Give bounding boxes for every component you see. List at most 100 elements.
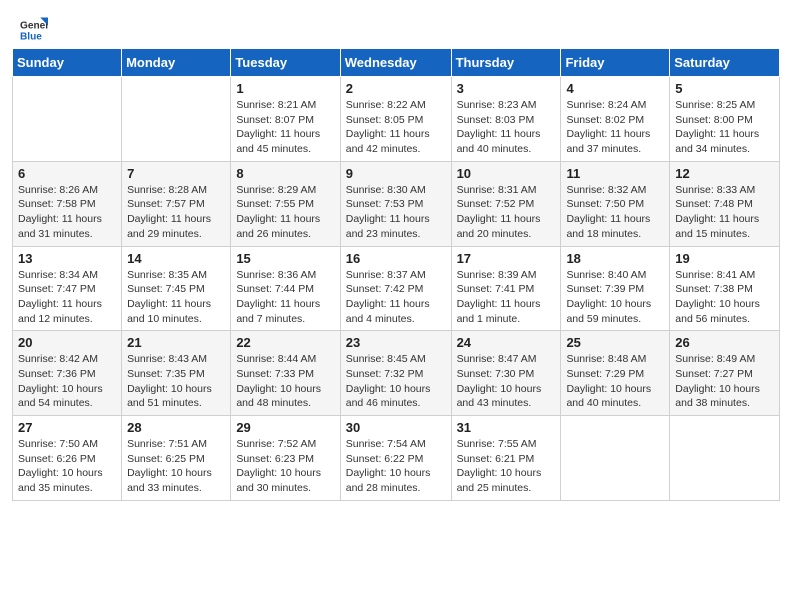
- calendar-cell: 25 Sunrise: 8:48 AM Sunset: 7:29 PM Dayli…: [561, 331, 670, 416]
- day-info: Sunrise: 8:36 AM Sunset: 7:44 PM Dayligh…: [236, 268, 334, 327]
- day-info: Sunrise: 8:29 AM Sunset: 7:55 PM Dayligh…: [236, 183, 334, 242]
- day-info: Sunrise: 7:52 AM Sunset: 6:23 PM Dayligh…: [236, 437, 334, 496]
- day-number: 13: [18, 251, 116, 266]
- day-number: 17: [457, 251, 556, 266]
- day-number: 10: [457, 166, 556, 181]
- calendar-cell: 23 Sunrise: 8:45 AM Sunset: 7:32 PM Dayli…: [340, 331, 451, 416]
- calendar-cell: 18 Sunrise: 8:40 AM Sunset: 7:39 PM Dayli…: [561, 246, 670, 331]
- day-number: 27: [18, 420, 116, 435]
- calendar-cell: [561, 416, 670, 501]
- calendar-cell: [122, 77, 231, 162]
- day-number: 28: [127, 420, 225, 435]
- day-info: Sunrise: 8:28 AM Sunset: 7:57 PM Dayligh…: [127, 183, 225, 242]
- day-number: 25: [566, 335, 664, 350]
- day-info: Sunrise: 8:23 AM Sunset: 8:03 PM Dayligh…: [457, 98, 556, 157]
- day-number: 30: [346, 420, 446, 435]
- day-info: Sunrise: 8:31 AM Sunset: 7:52 PM Dayligh…: [457, 183, 556, 242]
- calendar-cell: 17 Sunrise: 8:39 AM Sunset: 7:41 PM Dayli…: [451, 246, 561, 331]
- calendar-cell: 7 Sunrise: 8:28 AM Sunset: 7:57 PM Daylig…: [122, 161, 231, 246]
- calendar-table: SundayMondayTuesdayWednesdayThursdayFrid…: [12, 48, 780, 501]
- calendar-cell: 29 Sunrise: 7:52 AM Sunset: 6:23 PM Dayli…: [231, 416, 340, 501]
- day-number: 22: [236, 335, 334, 350]
- weekday-header-wednesday: Wednesday: [340, 49, 451, 77]
- calendar-cell: 8 Sunrise: 8:29 AM Sunset: 7:55 PM Daylig…: [231, 161, 340, 246]
- day-info: Sunrise: 8:48 AM Sunset: 7:29 PM Dayligh…: [566, 352, 664, 411]
- day-info: Sunrise: 8:34 AM Sunset: 7:47 PM Dayligh…: [18, 268, 116, 327]
- calendar-wrapper: SundayMondayTuesdayWednesdayThursdayFrid…: [0, 48, 792, 513]
- header: General Blue: [0, 0, 792, 48]
- day-number: 23: [346, 335, 446, 350]
- calendar-cell: 5 Sunrise: 8:25 AM Sunset: 8:00 PM Daylig…: [670, 77, 780, 162]
- calendar-cell: 26Sunrise: 8:49 AM Sunset: 7:27 PM Dayli…: [670, 331, 780, 416]
- calendar-cell: 4Sunrise: 8:24 AM Sunset: 8:02 PM Daylig…: [561, 77, 670, 162]
- day-info: Sunrise: 8:42 AM Sunset: 7:36 PM Dayligh…: [18, 352, 116, 411]
- calendar-cell: 3 Sunrise: 8:23 AM Sunset: 8:03 PM Daylig…: [451, 77, 561, 162]
- day-number: 16: [346, 251, 446, 266]
- day-number: 7: [127, 166, 225, 181]
- day-number: 19: [675, 251, 774, 266]
- day-info: Sunrise: 8:45 AM Sunset: 7:32 PM Dayligh…: [346, 352, 446, 411]
- day-info: Sunrise: 8:44 AM Sunset: 7:33 PM Dayligh…: [236, 352, 334, 411]
- day-info: Sunrise: 8:24 AM Sunset: 8:02 PM Dayligh…: [566, 98, 664, 157]
- calendar-cell: 2Sunrise: 8:22 AM Sunset: 8:05 PM Daylig…: [340, 77, 451, 162]
- day-info: Sunrise: 8:49 AM Sunset: 7:27 PM Dayligh…: [675, 352, 774, 411]
- day-number: 11: [566, 166, 664, 181]
- day-info: Sunrise: 8:21 AM Sunset: 8:07 PM Dayligh…: [236, 98, 334, 157]
- day-number: 3: [457, 81, 556, 96]
- calendar-cell: 9 Sunrise: 8:30 AM Sunset: 7:53 PM Daylig…: [340, 161, 451, 246]
- day-info: Sunrise: 8:47 AM Sunset: 7:30 PM Dayligh…: [457, 352, 556, 411]
- day-number: 9: [346, 166, 446, 181]
- day-number: 21: [127, 335, 225, 350]
- day-number: 24: [457, 335, 556, 350]
- calendar-cell: 22 Sunrise: 8:44 AM Sunset: 7:33 PM Dayli…: [231, 331, 340, 416]
- weekday-header-tuesday: Tuesday: [231, 49, 340, 77]
- calendar-cell: 11 Sunrise: 8:32 AM Sunset: 7:50 PM Dayli…: [561, 161, 670, 246]
- calendar-cell: 1 Sunrise: 8:21 AM Sunset: 8:07 PM Daylig…: [231, 77, 340, 162]
- svg-text:Blue: Blue: [20, 31, 42, 42]
- day-info: Sunrise: 8:30 AM Sunset: 7:53 PM Dayligh…: [346, 183, 446, 242]
- day-info: Sunrise: 7:51 AM Sunset: 6:25 PM Dayligh…: [127, 437, 225, 496]
- calendar-cell: 24 Sunrise: 8:47 AM Sunset: 7:30 PM Dayli…: [451, 331, 561, 416]
- day-info: Sunrise: 8:37 AM Sunset: 7:42 PM Dayligh…: [346, 268, 446, 327]
- day-info: Sunrise: 8:43 AM Sunset: 7:35 PM Dayligh…: [127, 352, 225, 411]
- day-number: 31: [457, 420, 556, 435]
- weekday-header-sunday: Sunday: [13, 49, 122, 77]
- calendar-cell: 16 Sunrise: 8:37 AM Sunset: 7:42 PM Dayli…: [340, 246, 451, 331]
- calendar-cell: 27Sunrise: 7:50 AM Sunset: 6:26 PM Dayli…: [13, 416, 122, 501]
- day-info: Sunrise: 8:41 AM Sunset: 7:38 PM Dayligh…: [675, 268, 774, 327]
- day-info: Sunrise: 8:33 AM Sunset: 7:48 PM Dayligh…: [675, 183, 774, 242]
- day-number: 8: [236, 166, 334, 181]
- day-number: 18: [566, 251, 664, 266]
- day-info: Sunrise: 8:25 AM Sunset: 8:00 PM Dayligh…: [675, 98, 774, 157]
- weekday-header-saturday: Saturday: [670, 49, 780, 77]
- day-number: 12: [675, 166, 774, 181]
- calendar-cell: 13 Sunrise: 8:34 AM Sunset: 7:47 PM Dayli…: [13, 246, 122, 331]
- calendar-cell: 14Sunrise: 8:35 AM Sunset: 7:45 PM Dayli…: [122, 246, 231, 331]
- calendar-cell: 12 Sunrise: 8:33 AM Sunset: 7:48 PM Dayli…: [670, 161, 780, 246]
- weekday-header-friday: Friday: [561, 49, 670, 77]
- day-number: 5: [675, 81, 774, 96]
- day-info: Sunrise: 7:55 AM Sunset: 6:21 PM Dayligh…: [457, 437, 556, 496]
- calendar-cell: 21 Sunrise: 8:43 AM Sunset: 7:35 PM Dayli…: [122, 331, 231, 416]
- weekday-header-thursday: Thursday: [451, 49, 561, 77]
- logo-icon: General Blue: [20, 16, 48, 44]
- calendar-cell: [13, 77, 122, 162]
- day-info: Sunrise: 8:40 AM Sunset: 7:39 PM Dayligh…: [566, 268, 664, 327]
- calendar-cell: 6Sunrise: 8:26 AM Sunset: 7:58 PM Daylig…: [13, 161, 122, 246]
- calendar-cell: 10 Sunrise: 8:31 AM Sunset: 7:52 PM Dayli…: [451, 161, 561, 246]
- day-info: Sunrise: 8:39 AM Sunset: 7:41 PM Dayligh…: [457, 268, 556, 327]
- day-number: 1: [236, 81, 334, 96]
- calendar-cell: 28 Sunrise: 7:51 AM Sunset: 6:25 PM Dayli…: [122, 416, 231, 501]
- weekday-header-monday: Monday: [122, 49, 231, 77]
- day-number: 29: [236, 420, 334, 435]
- calendar-cell: [670, 416, 780, 501]
- day-info: Sunrise: 8:32 AM Sunset: 7:50 PM Dayligh…: [566, 183, 664, 242]
- day-number: 15: [236, 251, 334, 266]
- calendar-cell: 30Sunrise: 7:54 AM Sunset: 6:22 PM Dayli…: [340, 416, 451, 501]
- day-info: Sunrise: 8:26 AM Sunset: 7:58 PM Dayligh…: [18, 183, 116, 242]
- calendar-cell: 20Sunrise: 8:42 AM Sunset: 7:36 PM Dayli…: [13, 331, 122, 416]
- calendar-cell: 31 Sunrise: 7:55 AM Sunset: 6:21 PM Dayli…: [451, 416, 561, 501]
- svg-text:General: General: [20, 20, 48, 31]
- day-info: Sunrise: 8:35 AM Sunset: 7:45 PM Dayligh…: [127, 268, 225, 327]
- day-number: 2: [346, 81, 446, 96]
